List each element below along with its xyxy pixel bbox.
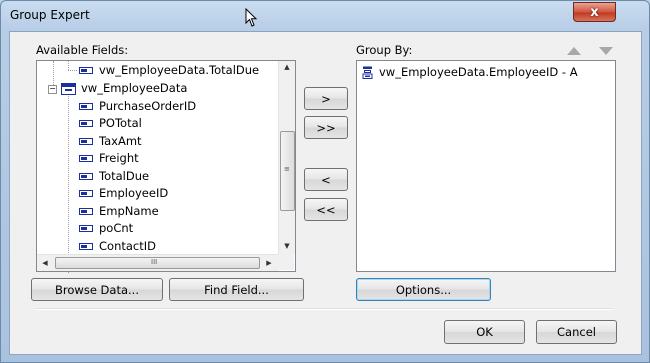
close-icon: x [590, 4, 599, 20]
horizontal-scrollbar[interactable]: ◀ III ▶ [37, 254, 278, 271]
tree-item-field[interactable]: Freight [79, 150, 139, 167]
close-button[interactable]: x [573, 2, 616, 22]
tree-item-field[interactable]: EmpName [79, 203, 159, 220]
tree-item-field[interactable]: POTotal [79, 115, 142, 132]
group-sort-icon [362, 66, 373, 79]
available-fields-tree[interactable]: vw_EmployeeData.TotalDue − vw_EmployeeDa… [36, 60, 296, 273]
table-icon [61, 82, 76, 95]
tree-item-field[interactable]: TotalDue [79, 168, 149, 185]
add-all-fields-button[interactable]: >> [304, 116, 348, 139]
group-by-label: Group By: [356, 43, 413, 57]
field-icon [79, 173, 93, 180]
scroll-up-icon[interactable]: ▲ [279, 63, 295, 72]
dialog-body: Available Fields: vw_EmployeeData.TotalD… [9, 31, 642, 355]
triangle-down-icon[interactable] [598, 46, 614, 56]
find-field-button[interactable]: Find Field... [169, 278, 304, 301]
available-fields-label: Available Fields: [36, 43, 129, 57]
tree-item-field[interactable]: EmployeeID [79, 185, 168, 202]
ok-button[interactable]: OK [444, 320, 525, 344]
tree-item-field[interactable]: ContactID [79, 238, 156, 255]
mouse-cursor-icon [245, 8, 258, 27]
horizontal-scroll-thumb[interactable]: III [55, 257, 260, 269]
title-bar[interactable]: Group Expert x [1, 1, 649, 31]
field-icon [79, 120, 93, 127]
tree-line [53, 61, 54, 85]
tree-item-top[interactable]: vw_EmployeeData.TotalDue [79, 62, 259, 79]
tree-line [68, 93, 69, 273]
cancel-button[interactable]: Cancel [536, 320, 617, 344]
tree-item-field[interactable]: TaxAmt [79, 133, 142, 150]
group-expert-window: Group Expert x Available Fields: vw_Empl… [0, 0, 650, 363]
collapse-icon[interactable]: − [48, 85, 57, 94]
scroll-down-icon[interactable]: ▼ [279, 242, 295, 251]
grip-icon: III [151, 258, 158, 266]
vertical-scrollbar[interactable]: ▲ ≡ ▼ [278, 61, 295, 254]
field-icon [79, 67, 93, 74]
tree-line [68, 61, 69, 70]
vertical-scroll-thumb[interactable]: ≡ [280, 131, 295, 211]
scroll-right-icon[interactable]: ▶ [261, 259, 277, 268]
options-button[interactable]: Options... [356, 278, 491, 301]
field-icon [79, 155, 93, 162]
window-title: Group Expert [10, 8, 90, 22]
browse-data-button[interactable]: Browse Data... [31, 278, 163, 301]
field-icon [79, 138, 93, 145]
remove-field-button[interactable]: < [304, 168, 348, 191]
separator [36, 308, 612, 310]
tree-line [68, 70, 77, 71]
grip-icon: ≡ [284, 165, 290, 173]
field-icon [79, 208, 93, 215]
field-icon [79, 190, 93, 197]
scroll-left-icon[interactable]: ◀ [37, 259, 53, 268]
field-icon [79, 225, 93, 232]
add-field-button[interactable]: > [304, 87, 348, 110]
tree-item-field[interactable]: PurchaseOrderID [79, 98, 196, 115]
tree-node-vw-employeedata[interactable]: vw_EmployeeData [61, 80, 187, 97]
remove-all-fields-button[interactable]: << [304, 198, 348, 221]
group-by-item[interactable]: vw_EmployeeData.EmployeeID - A [361, 64, 578, 81]
triangle-up-icon[interactable] [566, 46, 582, 56]
field-icon [79, 103, 93, 110]
scrollbar-corner [278, 254, 294, 270]
tree-item-field[interactable]: poCnt [79, 220, 133, 237]
group-by-list[interactable]: vw_EmployeeData.EmployeeID - A [356, 60, 616, 272]
field-icon [79, 243, 93, 250]
